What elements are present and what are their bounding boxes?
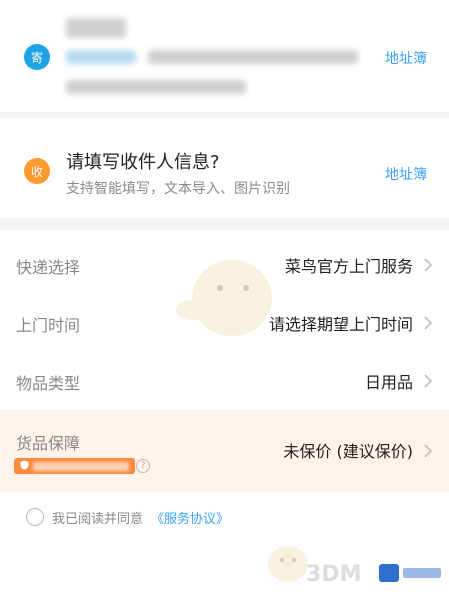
guarantee-badge-redacted bbox=[33, 461, 129, 471]
sender-name-redacted bbox=[66, 18, 126, 38]
info-icon[interactable]: ? bbox=[136, 459, 150, 473]
guarantee-badge bbox=[14, 458, 135, 474]
receiver-card[interactable]: 收 请填写收件人信息? 支持智能填写，文本导入、图片识别 地址簿 bbox=[0, 118, 449, 218]
site-brand-logo bbox=[379, 564, 441, 582]
service-agreement-link[interactable]: 《服务协议》 bbox=[151, 508, 229, 527]
insurance-row[interactable]: 货品保障 未保价 (建议保价) bbox=[0, 410, 449, 492]
sender-address-redacted bbox=[66, 80, 246, 94]
sender-address-book-link[interactable]: 地址簿 bbox=[385, 48, 427, 68]
sender-card[interactable]: 寄 地址簿 bbox=[0, 0, 449, 112]
sender-badge: 寄 bbox=[24, 44, 50, 70]
row-value: 请选择期望上门时间 bbox=[268, 315, 413, 334]
receiver-title: 请填写收件人信息? bbox=[66, 152, 220, 173]
chevron-right-icon bbox=[421, 442, 435, 460]
row-label: 上门时间 bbox=[16, 316, 81, 335]
chevron-right-icon bbox=[421, 314, 435, 332]
item-type-row[interactable]: 物品类型 日用品 bbox=[0, 352, 449, 410]
row-label: 物品类型 bbox=[16, 374, 81, 393]
express-select-row[interactable]: 快递选择 菜鸟官方上门服务 bbox=[0, 236, 449, 294]
sender-tag-redacted bbox=[66, 50, 136, 64]
shield-icon bbox=[20, 460, 29, 473]
agreement-radio[interactable] bbox=[26, 508, 44, 526]
receiver-badge: 收 bbox=[24, 158, 50, 184]
chevron-right-icon bbox=[421, 372, 435, 390]
receiver-address-book-link[interactable]: 地址簿 bbox=[385, 164, 427, 184]
sender-phone-redacted bbox=[148, 50, 358, 64]
pickup-time-row[interactable]: 上门时间 请选择期望上门时间 bbox=[0, 294, 449, 352]
row-label: 快递选择 bbox=[16, 258, 81, 277]
row-value: 菜鸟官方上门服务 bbox=[284, 257, 413, 276]
insurance-value: 未保价 (建议保价) bbox=[283, 442, 413, 461]
chevron-right-icon bbox=[421, 256, 435, 274]
agreement-row[interactable]: 我已阅读并同意 《服务协议》 bbox=[26, 506, 229, 528]
receiver-subtitle: 支持智能填写，文本导入、图片识别 bbox=[66, 181, 290, 197]
agreement-text: 我已阅读并同意 bbox=[52, 511, 144, 527]
row-value: 日用品 bbox=[364, 373, 413, 392]
insurance-label: 货品保障 bbox=[16, 434, 81, 453]
